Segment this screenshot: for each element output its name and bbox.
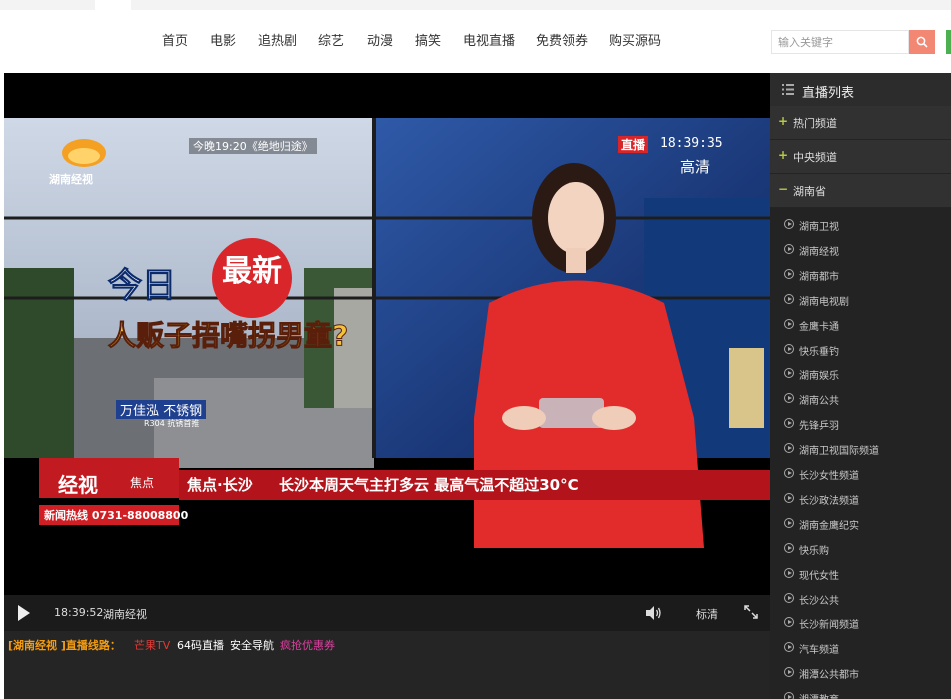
play-circle-icon: [784, 243, 794, 254]
play-circle-icon: [784, 443, 794, 454]
category-hot[interactable]: + 热门频道: [770, 106, 951, 140]
channel-label: 汽车频道: [799, 645, 839, 657]
quality-button[interactable]: 标清: [696, 606, 718, 622]
play-circle-icon: [784, 468, 794, 478]
channel-label: 湘潭教育: [799, 691, 839, 699]
search-input[interactable]: [771, 30, 909, 54]
category-label: 中央频道: [793, 151, 837, 164]
nav-anime[interactable]: 动漫: [367, 28, 393, 56]
play-circle-icon: [784, 219, 794, 229]
play-circle-icon: [784, 293, 794, 304]
play-circle-icon: [784, 642, 794, 653]
play-circle-icon: [784, 592, 794, 603]
nav-movies[interactable]: 电影: [210, 28, 236, 56]
nav-buy-source[interactable]: 购买源码: [609, 28, 661, 56]
play-circle-icon: [784, 542, 794, 553]
channel-label: 长沙政法频道: [799, 495, 859, 507]
volume-icon[interactable]: [645, 605, 663, 621]
live-list-sidebar: 直播列表 + 热门频道 + 中央频道 − 湖南省 湖南卫视湖南经视湖南都市湖南电…: [770, 73, 951, 699]
current-channel: 湖南经视: [103, 608, 147, 621]
nav-hot-series[interactable]: 追热剧: [258, 28, 297, 56]
channel-label: 现代女性: [799, 570, 839, 582]
play-circle-icon: [784, 318, 794, 329]
list-icon: [782, 84, 794, 95]
today-title: 今日: [108, 266, 177, 307]
channel-label: 湖南卫视国际频道: [799, 446, 879, 458]
channel-label: 湖南电视剧: [799, 296, 849, 308]
category-label: 湖南省: [793, 185, 826, 198]
nav-variety[interactable]: 综艺: [318, 28, 344, 56]
sidebar-title: 直播列表: [802, 86, 855, 101]
video-frame[interactable]: 湖南经视 今晚19:20《绝地归途》 直播 18:39:35 高清 今日 最新 …: [4, 118, 770, 550]
channel-label: 湖南都市: [799, 271, 839, 283]
channel-label: 湖南卫视: [799, 222, 839, 233]
play-circle-icon: [784, 567, 794, 578]
play-circle-icon: [784, 418, 794, 429]
nav-tv-live[interactable]: 电视直播: [463, 28, 515, 56]
channel-label: 湖南娱乐: [799, 371, 839, 383]
line-safe-nav[interactable]: 安全导航: [230, 637, 274, 653]
line-mango-tv[interactable]: 芒果TV: [134, 637, 170, 653]
expand-icon: +: [778, 148, 789, 162]
playback-time: 18:39:52: [54, 606, 104, 619]
brand-text: 经视: [58, 473, 98, 497]
channel-label: 湖南公共: [799, 396, 839, 408]
channel-label: 湖南经视: [799, 246, 839, 258]
play-circle-icon: [784, 393, 794, 404]
nav-comedy[interactable]: 搞笑: [415, 28, 441, 56]
play-circle-icon: [784, 268, 794, 279]
play-circle-icon: [784, 368, 794, 379]
category-label: 热门频道: [793, 117, 837, 130]
play-icon[interactable]: [18, 605, 30, 621]
ad-subtext: R304 抗锈首推: [144, 419, 200, 428]
play-circle-icon: [784, 617, 794, 628]
channel-label: 先锋乒羽: [799, 421, 839, 433]
scroll-edge: [946, 30, 951, 54]
sidebar-header: 直播列表: [770, 73, 951, 106]
channel-label: 金鹰卡通: [799, 321, 839, 333]
nav-home[interactable]: 首页: [162, 28, 188, 56]
play-circle-icon: [784, 343, 794, 354]
line-coupons[interactable]: 疯抢优惠券: [280, 637, 335, 653]
main-nav: 首页 电影 追热剧 综艺 动漫 搞笑 电视直播 免费领券 购买源码: [0, 28, 760, 56]
channel-logo: 湖南经视: [49, 173, 93, 186]
play-circle-icon: [784, 692, 794, 699]
hd-label: 高清: [680, 158, 711, 176]
play-circle-icon: [784, 517, 794, 528]
category-hunan[interactable]: − 湖南省: [770, 174, 951, 208]
play-circle-icon: [784, 492, 794, 503]
search-button[interactable]: [909, 30, 935, 54]
hotline-text: 新闻热线 0731-88008800: [44, 509, 189, 522]
headline-text: 人贩子捂嘴拐男童?: [107, 319, 349, 353]
promo-text: 今晚19:20《绝地归途》: [189, 138, 317, 154]
ticker-text: 长沙本周天气主打多云 最高气温不超过30°C: [279, 476, 579, 494]
fullscreen-icon[interactable]: [744, 605, 758, 619]
collapse-icon: −: [778, 182, 789, 196]
search-icon: [916, 36, 928, 48]
lines-prefix: [湖南经视 ]直播线路：: [8, 639, 121, 652]
player-controls: 18:39:52 湖南经视 标清: [4, 595, 770, 631]
channel-label: 长沙新闻频道: [799, 620, 859, 632]
channel-label: 长沙女性频道: [799, 471, 859, 482]
segment-label: 焦点·长沙: [187, 476, 253, 494]
channel-label: 长沙公共: [799, 595, 839, 607]
channel-label: 湖南金鹰纪实: [799, 520, 859, 532]
brand-tag: 焦点: [130, 476, 155, 490]
nav-free-coupons[interactable]: 免费领券: [536, 28, 588, 56]
channel-label: 快乐购: [799, 545, 829, 557]
top-tab: [95, 0, 131, 10]
line-64-live[interactable]: 64码直播: [177, 637, 224, 653]
category-cctv[interactable]: + 中央频道: [770, 140, 951, 174]
live-clock: 18:39:35: [660, 136, 723, 151]
ad-text: 万佳泓 不锈钢: [116, 400, 207, 419]
expand-icon: +: [778, 114, 789, 128]
top-strip: [0, 0, 951, 10]
live-badge: 直播: [618, 136, 649, 153]
video-player[interactable]: 湖南经视 今晚19:20《绝地归途》 直播 18:39:35 高清 今日 最新 …: [4, 73, 770, 595]
new-badge: 最新: [222, 254, 282, 289]
channel-label: 快乐垂钓: [799, 346, 839, 358]
channel-label: 湘潭公共都市: [799, 670, 859, 682]
play-circle-icon: [784, 667, 794, 678]
source-lines-bar: [湖南经视 ]直播线路： 芒果TV 64码直播 安全导航 疯抢优惠券: [4, 631, 770, 699]
